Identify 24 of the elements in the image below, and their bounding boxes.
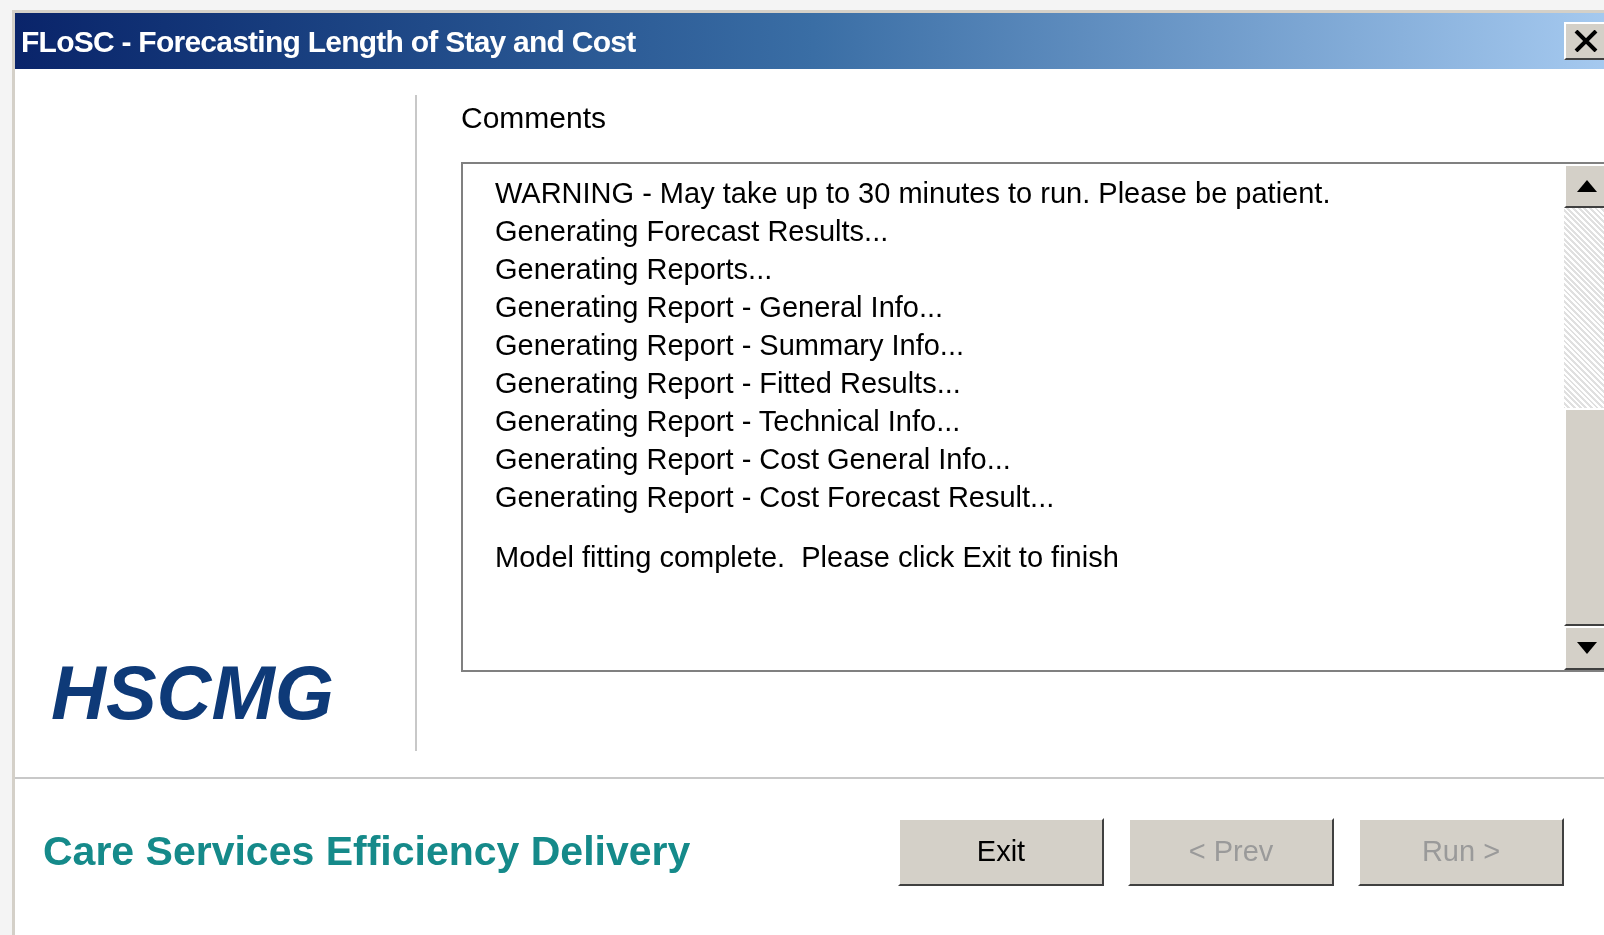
log-line: Generating Report - Technical Info... — [495, 404, 962, 439]
window-title: FLoSC - Forecasting Length of Stay and Cost — [21, 23, 636, 60]
comments-label: Comments — [461, 100, 608, 136]
log-line: Generating Report - General Info... — [495, 290, 945, 325]
comments-box[interactable] — [461, 162, 1604, 672]
scroll-down-button[interactable] — [1564, 626, 1604, 670]
logo-text: HSCMG — [51, 655, 335, 731]
log-line: Generating Report - Cost Forecast Result... — [495, 480, 1056, 515]
log-line: Generating Reports... — [495, 252, 774, 287]
scroll-thumb[interactable] — [1564, 408, 1604, 626]
close-button[interactable] — [1564, 22, 1604, 60]
scrollbar[interactable] — [1564, 164, 1604, 670]
log-message: Model fitting complete. Please click Exit to finish — [495, 540, 1120, 575]
log-line: WARNING - May take up to 30 minutes to run. Please be patient. — [495, 176, 1332, 211]
down-arrow-icon — [1577, 642, 1597, 654]
tagline: Care Services Efficiency Delivery — [43, 827, 692, 877]
log-line: Generating Report - Cost General Info... — [495, 442, 1012, 477]
up-arrow-icon — [1577, 180, 1597, 192]
log-line: Generating Report - Summary Info... — [495, 328, 966, 363]
log-line: Generating Report - Fitted Results... — [495, 366, 962, 401]
wizard-button[interactable]: Exit — [898, 818, 1104, 886]
scroll-up-button[interactable] — [1564, 164, 1604, 208]
close-icon — [1574, 30, 1598, 52]
log-line: Generating Forecast Results... — [495, 214, 890, 249]
